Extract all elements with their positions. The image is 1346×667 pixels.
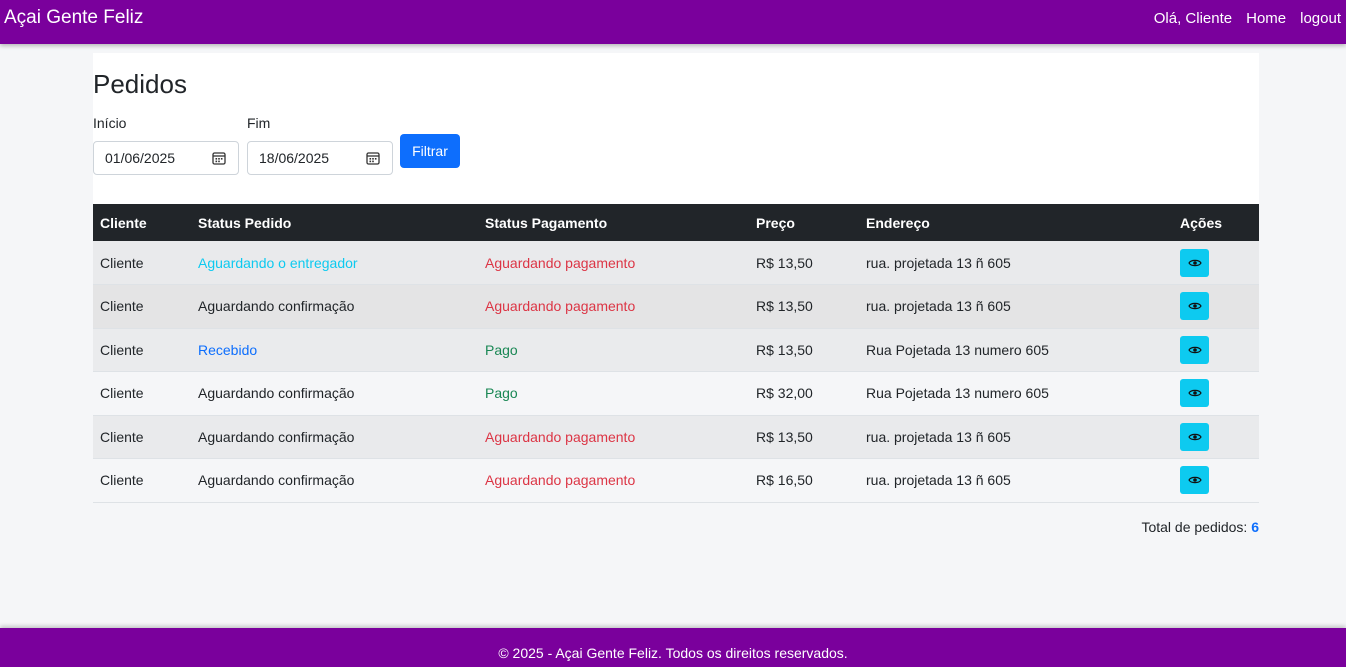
- nav-logout-link[interactable]: logout: [1300, 10, 1341, 27]
- nav-greeting-link[interactable]: Olá, Cliente: [1154, 10, 1232, 27]
- calendar-icon[interactable]: [212, 151, 226, 165]
- eye-icon: [1187, 303, 1202, 310]
- cell-preco: R$ 13,50: [749, 328, 859, 372]
- start-date-value: 01/06/2025: [105, 150, 176, 166]
- view-order-button[interactable]: [1180, 335, 1209, 364]
- cell-cliente: Cliente: [93, 371, 191, 416]
- column-header-acoes: Ações: [1180, 214, 1223, 231]
- cell-preco: R$ 13,50: [749, 415, 859, 459]
- cell-cliente: Cliente: [93, 458, 191, 503]
- start-date-label: Início: [93, 115, 127, 131]
- cell-acoes: [1173, 458, 1259, 503]
- end-date-value: 18/06/2025: [259, 150, 330, 166]
- table-row: Cliente Aguardando confirmação Pago R$ 3…: [93, 371, 1259, 416]
- view-order-button[interactable]: [1180, 292, 1209, 321]
- cell-endereco: rua. projetada 13 ñ 605: [859, 415, 1173, 459]
- cell-preco: R$ 13,50: [749, 241, 859, 285]
- cell-status-pagamento: Pago: [478, 371, 749, 416]
- cell-endereco: rua. projetada 13 ñ 605: [859, 458, 1173, 503]
- cell-acoes: [1173, 284, 1259, 329]
- calendar-icon[interactable]: [366, 151, 380, 165]
- table-row: Cliente Aguardando confirmação Aguardand…: [93, 415, 1259, 459]
- orders-table: Cliente Status Pedido Status Pagamento P…: [93, 204, 1259, 503]
- cell-endereco: Rua Pojetada 13 numero 605: [859, 371, 1173, 416]
- cell-status-pagamento: Aguardando pagamento: [478, 458, 749, 503]
- cell-cliente: Cliente: [93, 328, 191, 372]
- orders-total: Total de pedidos: 6: [1141, 519, 1259, 535]
- end-date-label: Fim: [247, 115, 271, 131]
- cell-status-pedido: Aguardando o entregador: [191, 241, 478, 285]
- page-footer: © 2025 - Açai Gente Feliz. Todos os dire…: [0, 628, 1346, 667]
- cell-status-pedido: Aguardando confirmação: [191, 415, 478, 459]
- column-header-endereco: Endereço: [866, 214, 930, 231]
- eye-icon: [1187, 390, 1202, 397]
- view-order-button[interactable]: [1180, 379, 1209, 408]
- top-navbar: Açai Gente Feliz Olá, Cliente Home logou…: [0, 0, 1346, 44]
- cell-cliente: Cliente: [93, 284, 191, 329]
- cell-acoes: [1173, 415, 1259, 459]
- cell-preco: R$ 32,00: [749, 371, 859, 416]
- column-header-preco: Preço: [756, 214, 795, 231]
- eye-icon: [1187, 346, 1202, 353]
- cell-endereco: Rua Pojetada 13 numero 605: [859, 328, 1173, 372]
- cell-status-pedido: Aguardando confirmação: [191, 284, 478, 329]
- table-row: Cliente Aguardando confirmação Aguardand…: [93, 458, 1259, 503]
- eye-icon: [1187, 477, 1202, 484]
- cell-acoes: [1173, 371, 1259, 416]
- view-order-button[interactable]: [1180, 248, 1209, 277]
- cell-preco: R$ 16,50: [749, 458, 859, 503]
- cell-preco: R$ 13,50: [749, 284, 859, 329]
- cell-cliente: Cliente: [93, 415, 191, 459]
- filter-button[interactable]: Filtrar: [400, 134, 460, 168]
- cell-endereco: rua. projetada 13 ñ 605: [859, 241, 1173, 285]
- view-order-button[interactable]: [1180, 422, 1209, 451]
- table-row: Cliente Aguardando confirmação Aguardand…: [93, 284, 1259, 329]
- cell-status-pagamento: Aguardando pagamento: [478, 241, 749, 285]
- cell-status-pedido: Aguardando confirmação: [191, 458, 478, 503]
- cell-status-pagamento: Pago: [478, 328, 749, 372]
- cell-acoes: [1173, 328, 1259, 372]
- table-row: Cliente Aguardando o entregador Aguardan…: [93, 241, 1259, 285]
- cell-status-pedido: Aguardando confirmação: [191, 371, 478, 416]
- nav-home-link[interactable]: Home: [1246, 10, 1286, 27]
- orders-total-count: 6: [1251, 519, 1259, 535]
- cell-status-pagamento: Aguardando pagamento: [478, 415, 749, 459]
- orders-total-label: Total de pedidos:: [1141, 519, 1248, 535]
- end-date-input[interactable]: 18/06/2025: [247, 141, 393, 175]
- column-header-cliente: Cliente: [100, 214, 147, 231]
- cell-status-pedido: Recebido: [191, 328, 478, 372]
- page-title: Pedidos: [93, 69, 187, 99]
- view-order-button[interactable]: [1180, 466, 1209, 495]
- filter-card: Pedidos Início 01/06/2025 Fim 18/06/2025: [93, 53, 1259, 204]
- cell-endereco: rua. projetada 13 ñ 605: [859, 284, 1173, 329]
- brand-logo[interactable]: Açai Gente Feliz: [4, 7, 143, 29]
- cell-status-pagamento: Aguardando pagamento: [478, 284, 749, 329]
- cell-acoes: [1173, 241, 1259, 285]
- eye-icon: [1187, 259, 1202, 266]
- footer-text: © 2025 - Açai Gente Feliz. Todos os dire…: [498, 644, 848, 661]
- eye-icon: [1187, 433, 1202, 440]
- nav-links: Olá, Cliente Home logout: [1154, 10, 1341, 27]
- column-header-status-pedido: Status Pedido: [198, 214, 292, 231]
- cell-cliente: Cliente: [93, 241, 191, 285]
- start-date-input[interactable]: 01/06/2025: [93, 141, 239, 175]
- column-header-status-pagamento: Status Pagamento: [485, 214, 608, 231]
- table-row: Cliente Recebido Pago R$ 13,50 Rua Pojet…: [93, 328, 1259, 372]
- table-header: Cliente Status Pedido Status Pagamento P…: [93, 204, 1259, 241]
